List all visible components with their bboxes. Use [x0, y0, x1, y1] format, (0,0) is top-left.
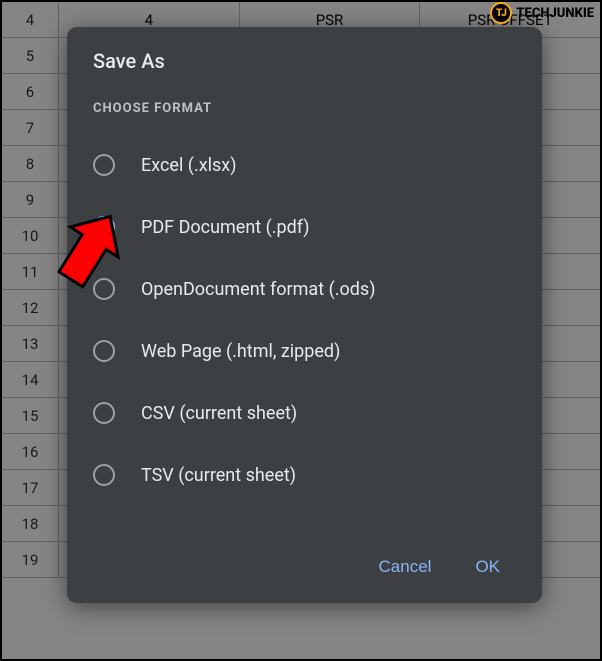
format-option-label: CSV (current sheet) — [141, 403, 297, 424]
radio-icon[interactable] — [93, 154, 115, 176]
radio-icon[interactable] — [93, 402, 115, 424]
format-option[interactable]: OpenDocument format (.ods) — [93, 258, 516, 320]
format-option-label: OpenDocument format (.ods) — [141, 279, 375, 300]
choose-format-label: CHOOSE FORMAT — [93, 101, 516, 116]
radio-icon[interactable] — [93, 464, 115, 486]
format-option-label: PDF Document (.pdf) — [141, 217, 310, 238]
format-option[interactable]: Excel (.xlsx) — [93, 134, 516, 196]
cancel-button[interactable]: Cancel — [375, 551, 436, 583]
format-option-label: Excel (.xlsx) — [141, 155, 237, 176]
radio-icon[interactable] — [93, 278, 115, 300]
format-option[interactable]: PDF Document (.pdf) — [93, 196, 516, 258]
radio-icon[interactable] — [93, 340, 115, 362]
ok-button[interactable]: OK — [471, 551, 504, 583]
format-option[interactable]: Web Page (.html, zipped) — [93, 320, 516, 382]
format-option-label: Web Page (.html, zipped) — [141, 341, 340, 362]
watermark-text: TECHJUNKIE — [516, 6, 594, 21]
dialog-title: Save As — [93, 49, 516, 73]
techjunkie-watermark: TJ TECHJUNKIE — [490, 2, 594, 24]
format-option[interactable]: TSV (current sheet) — [93, 444, 516, 506]
format-options-group: Excel (.xlsx) PDF Document (.pdf) OpenDocu… — [93, 134, 516, 506]
app-stage: 44PSRPSR OFFSET567N891011121314151617181… — [0, 0, 602, 661]
dialog-actions: Cancel OK — [93, 541, 516, 593]
format-option[interactable]: CSV (current sheet) — [93, 382, 516, 444]
techjunkie-logo-icon: TJ — [490, 2, 512, 24]
save-as-dialog: Save As CHOOSE FORMAT Excel (.xlsx) PDF D… — [67, 27, 542, 603]
radio-icon-selected[interactable] — [93, 216, 115, 238]
format-option-label: TSV (current sheet) — [141, 465, 296, 486]
